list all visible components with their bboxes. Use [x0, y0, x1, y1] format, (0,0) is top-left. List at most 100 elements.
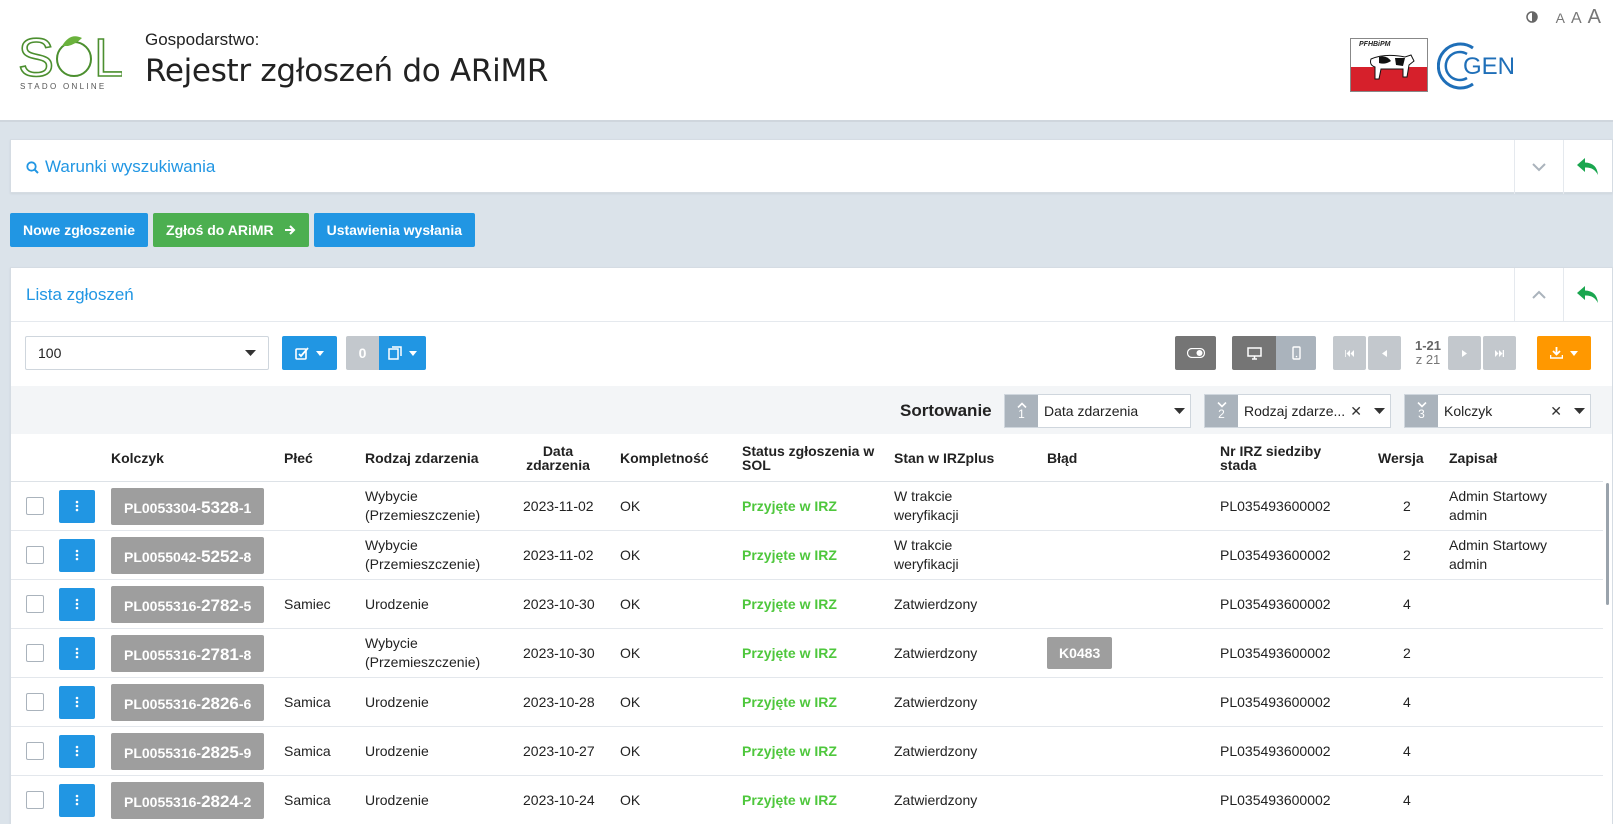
new-report-button[interactable]: Nowe zgłoszenie	[10, 213, 149, 247]
report-to-arimr-button[interactable]: Zgłoś do ARiMR	[153, 213, 309, 247]
ear-tag-badge[interactable]: PL0055316- 2825 -9	[111, 732, 265, 770]
chevron-left-icon	[1382, 349, 1387, 357]
sort-label: Sortowanie	[900, 401, 992, 420]
irz-state-cell: Zatwierdzony	[894, 693, 978, 710]
saved-by-cell	[1449, 580, 1584, 628]
row-checkbox[interactable]	[26, 546, 44, 564]
table-row[interactable]: PL0055316- 2826 -6 Samica Urodzenie 2023-1…	[11, 678, 1603, 727]
send-settings-button[interactable]: Ustawienia wysłania	[313, 213, 476, 247]
row-menu-button[interactable]	[59, 587, 95, 621]
font-size-large-button[interactable]: A	[1588, 6, 1601, 29]
sort-clear-2-close-icon[interactable]: ✕	[1350, 403, 1368, 420]
column-header-sex[interactable]: Płeć	[284, 434, 313, 482]
error-cell: K0483	[1047, 629, 1113, 677]
search-panel-title[interactable]: Warunki wyszukiwania	[11, 157, 1514, 177]
font-size-medium-button[interactable]: A	[1571, 10, 1582, 28]
row-menu-button[interactable]	[59, 489, 95, 523]
column-header-tag[interactable]: Kolczyk	[111, 434, 164, 482]
row-checkbox[interactable]	[26, 742, 44, 760]
ellipsis-vertical-icon	[75, 696, 79, 708]
irz-state-cell: Zatwierdzony	[894, 595, 978, 612]
bulk-actions-dropdown[interactable]	[379, 336, 426, 370]
version-cell: 2	[1403, 546, 1411, 563]
search-panel-header[interactable]: Warunki wyszukiwania	[11, 140, 1612, 194]
irz-state-cell: W trakcie weryfikacji	[894, 537, 959, 572]
event-cell: Urodzenie	[365, 693, 429, 710]
column-header-event[interactable]: Rodzaj zdarzenia	[365, 434, 479, 482]
event-cell: Urodzenie	[365, 595, 429, 612]
list-panel-title[interactable]: Lista zgłoszeń	[11, 285, 1514, 305]
mobile-view-button[interactable]	[1276, 336, 1316, 370]
column-header-status[interactable]: Status zgłoszenia w SOL	[742, 434, 877, 482]
search-panel-expand-button[interactable]	[1514, 140, 1563, 194]
toggle-filters-button[interactable]	[1175, 336, 1216, 370]
row-menu-button[interactable]	[59, 538, 95, 572]
version-cell: 4	[1403, 791, 1411, 808]
sort-direction-3[interactable]: 3	[1405, 395, 1438, 427]
irz-state-cell: Zatwierdzony	[894, 791, 978, 808]
column-header-irz-state[interactable]: Stan w IRZplus	[894, 434, 994, 482]
row-menu-button[interactable]	[59, 734, 95, 768]
version-cell: 4	[1403, 742, 1411, 759]
contrast-icon[interactable]	[1525, 10, 1538, 28]
completeness-cell: OK	[620, 644, 641, 661]
row-checkbox[interactable]	[26, 497, 44, 515]
table-row[interactable]: PL0053304- 5328 -1 Wybycie (Przemieszczeni…	[11, 482, 1603, 531]
chevron-right-icon	[1462, 349, 1467, 357]
ear-tag-badge[interactable]: PL0055316- 2781 -8	[111, 634, 265, 672]
sort-direction-1[interactable]: 1	[1005, 395, 1038, 427]
row-checkbox[interactable]	[26, 644, 44, 662]
ear-tag-badge[interactable]: PL0055316- 2782 -5	[111, 585, 265, 623]
row-menu-button[interactable]	[59, 636, 95, 670]
row-menu-button[interactable]	[59, 685, 95, 719]
column-header-completeness[interactable]: Kompletność	[620, 434, 709, 482]
table-row[interactable]: PL0055316- 2825 -9 Samica Urodzenie 2023-1…	[11, 727, 1603, 776]
column-header-error[interactable]: Błąd	[1047, 434, 1077, 482]
page-size-select[interactable]: 100	[25, 336, 269, 370]
font-size-small-button[interactable]: A	[1556, 10, 1565, 26]
ellipsis-vertical-icon	[75, 598, 79, 610]
sort-select-2[interactable]: 2 Rodzaj zdarze... ✕	[1204, 394, 1391, 428]
ear-tag-badge[interactable]: PL0055316- 2826 -6	[111, 683, 265, 721]
sort-select-1[interactable]: 1 Data zdarzenia	[1004, 394, 1191, 428]
previous-page-button[interactable]	[1368, 336, 1401, 370]
search-panel-back-button[interactable]	[1563, 140, 1612, 194]
date-cell: 2023-10-27	[523, 742, 595, 759]
row-checkbox[interactable]	[26, 595, 44, 613]
ear-tag-badge[interactable]: PL0053304- 5328 -1	[111, 487, 265, 525]
table-row[interactable]: PL0055316- 2782 -5 Samiec Urodzenie 2023-1…	[11, 580, 1603, 629]
sort-select-3[interactable]: 3 Kolczyk ✕	[1404, 394, 1591, 428]
table-row[interactable]: PL0055316- 2781 -8 Wybycie (Przemieszczeni…	[11, 629, 1603, 678]
list-panel-header[interactable]: Lista zgłoszeń	[11, 268, 1612, 322]
column-header-version[interactable]: Wersja	[1378, 434, 1424, 482]
column-header-irz-number[interactable]: Nr IRZ siedziby stada	[1220, 434, 1330, 482]
column-header-date[interactable]: Data zdarzenia	[523, 434, 593, 482]
error-code-badge[interactable]: K0483	[1047, 637, 1113, 669]
row-checkbox[interactable]	[26, 791, 44, 809]
list-panel-back-button[interactable]	[1563, 268, 1612, 322]
last-page-button[interactable]	[1483, 336, 1516, 370]
sort-direction-2[interactable]: 2	[1205, 395, 1238, 427]
table-row[interactable]: PL0055042- 5252 -8 Wybycie (Przemieszczeni…	[11, 531, 1603, 580]
table-scrollbar[interactable]	[1606, 483, 1609, 605]
ear-tag-badge[interactable]: PL0055316- 2824 -2	[111, 781, 265, 819]
accessibility-controls: A A A	[1525, 6, 1601, 29]
row-menu-button[interactable]	[59, 783, 95, 817]
sort-clear-3-close-icon[interactable]: ✕	[1550, 403, 1568, 420]
desktop-view-button[interactable]	[1232, 336, 1276, 370]
status-cell: Przyjęte w IRZ	[742, 644, 837, 661]
ear-tag-badge[interactable]: PL0055042- 5252 -8	[111, 536, 265, 574]
row-checkbox[interactable]	[26, 693, 44, 711]
column-header-saved-by[interactable]: Zapisał	[1449, 434, 1497, 482]
event-cell: Wybycie (Przemieszczenie)	[365, 488, 481, 523]
next-page-button[interactable]	[1448, 336, 1481, 370]
saved-by-cell	[1449, 776, 1584, 824]
caret-down-icon	[1373, 408, 1385, 414]
completeness-cell: OK	[620, 546, 641, 563]
select-all-dropdown[interactable]	[282, 336, 337, 370]
list-panel-collapse-button[interactable]	[1514, 268, 1563, 322]
export-dropdown[interactable]	[1537, 336, 1591, 370]
table-row[interactable]: PL0055316- 2824 -2 Samica Urodzenie 2023-1…	[11, 776, 1603, 824]
caret-down-icon	[1570, 350, 1578, 356]
first-page-button[interactable]	[1333, 336, 1366, 370]
